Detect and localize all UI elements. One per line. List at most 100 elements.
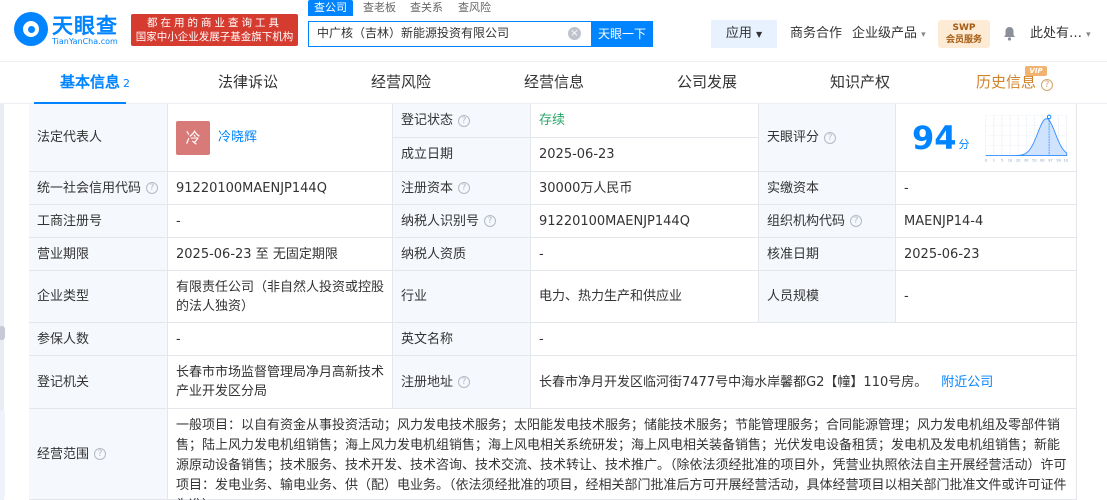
org-code-value: MAENJP14-4 <box>896 205 1077 238</box>
tab-basic-info[interactable]: 基本信息 2 <box>60 62 130 104</box>
bell-icon[interactable] <box>1003 26 1016 41</box>
score-unit: 分 <box>958 138 970 151</box>
chart-tick-label: 20 <box>1015 158 1019 162</box>
brand-domain: TianYanCha.com <box>52 37 118 46</box>
reg-address-label-text: 注册地址 <box>401 374 454 390</box>
reg-status-text: 存续 <box>539 113 566 128</box>
help-icon[interactable]: ? <box>1041 79 1054 91</box>
staff-size-value: - <box>896 271 1077 323</box>
chart-tick-label: 0 <box>984 158 986 162</box>
search-button[interactable]: 天眼一下 <box>591 21 653 47</box>
swp-member-button[interactable]: SWP 会员服务 <box>938 20 990 48</box>
nearby-companies-link[interactable]: 附近公司 <box>941 373 993 392</box>
slogan-line-1: 都在用的商业查询工具 <box>147 17 282 29</box>
caret-down-icon: ▼ <box>756 30 763 39</box>
slogan-line-2: 国家中小企业发展子基金旗下机构 <box>135 31 294 43</box>
nav-enterprise[interactable]: 企业级产品 ▾ <box>852 20 926 48</box>
user-menu[interactable]: 此处有… ▾ <box>1030 20 1091 48</box>
nav-enterprise-label: 企业级产品 <box>852 26 918 41</box>
insured-label: 参保人数 <box>29 323 168 356</box>
reg-authority-value: 长春市市场监督管理局净月高新技术产业开发区分局 <box>168 356 393 409</box>
legal-rep-name-link[interactable]: 冷晓辉 <box>218 128 257 147</box>
biz-reg-no-value: - <box>168 205 393 238</box>
search-input[interactable]: 中广核（吉林）新能源投资有限公司 <box>308 21 592 47</box>
side-tab[interactable] <box>0 326 5 340</box>
chevron-down-icon: ▾ <box>1086 30 1091 40</box>
search-tab-risk[interactable]: 查风险 <box>458 0 491 16</box>
search-tab-relation[interactable]: 查关系 <box>410 0 443 16</box>
brand-name: 天眼查 <box>52 14 118 38</box>
help-icon[interactable]: ? <box>458 114 471 127</box>
taxpayer-id-value: 91220100MAENJP144Q <box>531 205 759 238</box>
credit-code-label-text: 统一社会信用代码 <box>37 180 142 196</box>
score-label-text: 天眼评分 <box>767 130 820 145</box>
side-float-panel[interactable] <box>0 410 5 500</box>
english-name-value: - <box>531 323 1077 356</box>
term-label: 营业期限 <box>29 238 168 271</box>
search-tab-boss[interactable]: 查老板 <box>363 0 396 16</box>
term-value: 2025-06-23 至 无固定期限 <box>168 238 393 271</box>
industry-value: 电力、热力生产和供应业 <box>531 271 759 323</box>
taxpayer-id-label-text: 纳税人识别号 <box>401 213 480 229</box>
help-icon[interactable]: ? <box>850 215 863 227</box>
taxpayer-id-label: 纳税人识别号? <box>393 205 531 238</box>
scope-label: 经营范围? <box>29 409 168 500</box>
chevron-down-icon: ▾ <box>921 30 926 40</box>
swp-label: SWP <box>952 23 976 33</box>
tab-operations[interactable]: 经营信息 <box>524 62 584 104</box>
chart-tick-label: 80 <box>1040 158 1044 162</box>
section-tabbar: 基本信息 2 法律诉讼 经营风险 经营信息 公司发展 知识产权 历史信息? <box>0 62 1107 104</box>
nav-app-menu[interactable]: 应用 ▼ <box>711 20 777 48</box>
search-tab-company[interactable]: 查公司 <box>308 0 353 16</box>
score-cell[interactable]: 94 分 0 1 5 10 20 30 50 80 97 99100 <box>896 104 1077 172</box>
tab-legal[interactable]: 法律诉讼 <box>218 62 278 104</box>
legal-rep-cell: 冷 冷晓辉 <box>168 104 393 172</box>
legal-rep-avatar[interactable]: 冷 <box>176 120 210 155</box>
help-icon[interactable]: ? <box>458 376 471 388</box>
chart-tick-label: 99 <box>1056 158 1060 162</box>
est-date-value: 2025-06-23 <box>531 138 759 172</box>
staff-size-label: 人员规模 <box>759 271 896 323</box>
reg-status-value: 存续 <box>531 104 759 138</box>
swp-member-label: 会员服务 <box>945 35 982 45</box>
clear-icon[interactable]: × <box>568 27 581 40</box>
chart-tick-label: 100 <box>1063 158 1068 162</box>
chart-tick-label: 10 <box>1007 158 1011 162</box>
nav-business[interactable]: 商务合作 <box>790 20 842 48</box>
tab-development[interactable]: 公司发展 <box>677 62 737 104</box>
industry-label: 行业 <box>393 271 531 323</box>
approval-date-label: 核准日期 <box>759 238 896 271</box>
insured-value: - <box>168 323 393 356</box>
reg-status-label-text: 登记状态 <box>401 113 454 128</box>
paid-capital-value: - <box>896 172 1077 205</box>
company-type-value: 有限责任公司（非自然人投资或控股的法人独资） <box>168 271 393 323</box>
vip-badge: VIP <box>1025 66 1047 76</box>
help-icon[interactable]: ? <box>824 131 837 144</box>
user-name: 此处有… <box>1030 26 1083 41</box>
chart-tick-label: 1 <box>992 158 994 162</box>
nav-app-label: 应用 <box>725 26 752 41</box>
score-distribution-chart: 0 1 5 10 20 30 50 80 97 99100 <box>984 114 1068 162</box>
taxpayer-qual-label: 纳税人资质 <box>393 238 531 271</box>
legal-rep-label: 法定代表人 <box>29 104 168 172</box>
chart-tick-label: 5 <box>1000 158 1002 162</box>
top-header: 天眼查 TianYanCha.com 都在用的商业查询工具 国家中小企业发展子基… <box>0 0 1107 62</box>
reg-capital-label-text: 注册资本 <box>401 180 454 196</box>
reg-address-label: 注册地址? <box>393 356 531 409</box>
tab-ip[interactable]: 知识产权 <box>830 62 890 104</box>
help-icon[interactable]: ? <box>458 182 471 194</box>
taxpayer-qual-value: - <box>531 238 759 271</box>
help-icon[interactable]: ? <box>484 215 497 227</box>
chart-score-dot <box>1046 114 1051 119</box>
score-label: 天眼评分? <box>759 104 896 172</box>
chart-tick-label: 50 <box>1032 158 1036 162</box>
help-icon[interactable]: ? <box>94 448 107 460</box>
reg-address-value: 长春市净月开发区临河街7477号中海水岸馨都G2【幢】110号房。 附近公司 <box>531 356 1077 409</box>
reg-capital-value: 30000万人民币 <box>531 172 759 205</box>
tab-risk[interactable]: 经营风险 <box>371 62 431 104</box>
credit-code-label: 统一社会信用代码? <box>29 172 168 205</box>
approval-date-value: 2025-06-23 <box>896 238 1077 271</box>
site-logo[interactable]: 天眼查 TianYanCha.com <box>14 10 126 48</box>
help-icon[interactable]: ? <box>146 182 159 194</box>
biz-reg-no-label: 工商注册号 <box>29 205 168 238</box>
